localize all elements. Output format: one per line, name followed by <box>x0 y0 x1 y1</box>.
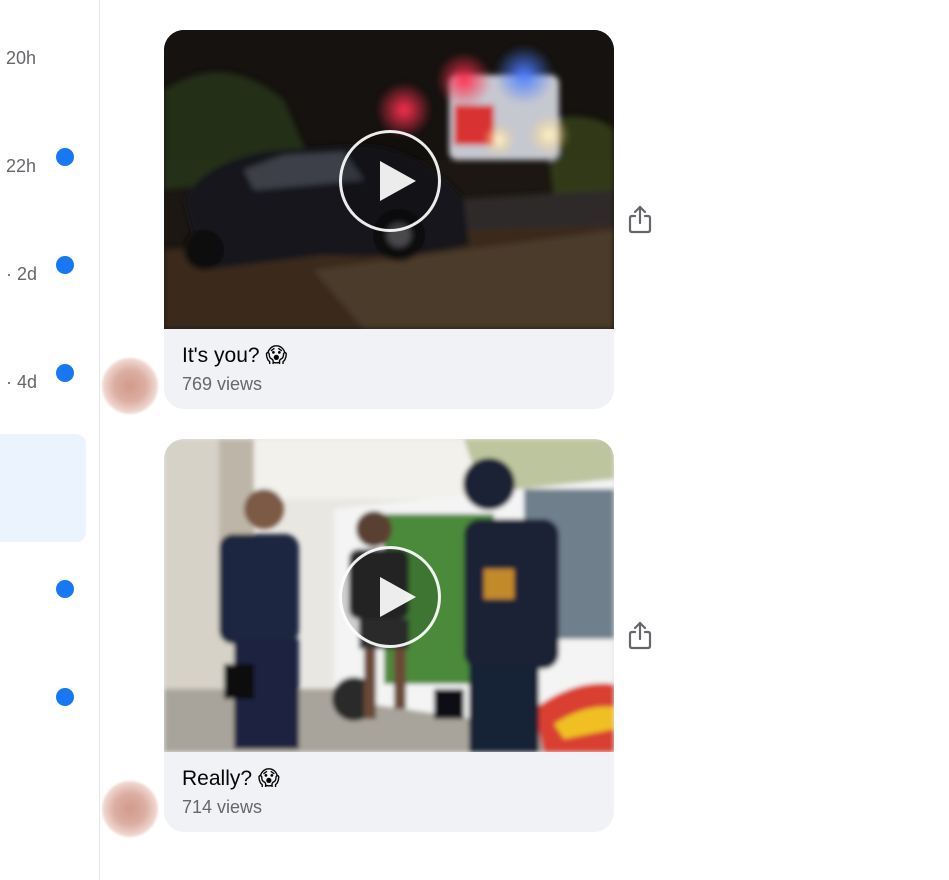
conversation-row[interactable]: · 2d <box>0 234 86 342</box>
play-icon[interactable] <box>339 545 441 648</box>
unread-dot-icon <box>56 364 74 382</box>
unread-dot-icon <box>56 148 74 166</box>
sender-avatar[interactable] <box>102 781 158 837</box>
video-caption-area: It's you? 😱 769 views <box>164 329 614 409</box>
unread-dot-icon <box>56 688 74 706</box>
video-message-card[interactable]: It's you? 😱 769 views <box>164 30 614 409</box>
sender-avatar[interactable] <box>102 358 158 414</box>
video-message-card[interactable]: Really? 😱 714 views <box>164 439 614 832</box>
conversation-time: 20h <box>6 48 37 68</box>
share-icon[interactable] <box>626 620 654 652</box>
messenger-window: 20h 22h · 2d · 4d It's you? 😱 769 views … <box>0 0 949 880</box>
unread-dot-icon <box>56 256 74 274</box>
conversation-row[interactable] <box>0 558 86 666</box>
conversation-row-selected[interactable] <box>0 434 86 542</box>
video-caption-area: Really? 😱 714 views <box>164 752 614 832</box>
conversation-time: · 4d <box>6 372 38 392</box>
video-thumbnail[interactable] <box>164 439 614 752</box>
video-thumbnail[interactable] <box>164 30 614 329</box>
unread-dot-icon <box>56 580 74 598</box>
conversation-time: · 2d <box>6 264 38 284</box>
share-icon[interactable] <box>626 204 654 236</box>
conversation-row[interactable]: 22h <box>0 126 86 234</box>
view-count: 769 views <box>182 374 263 394</box>
conversation-row[interactable] <box>0 666 86 774</box>
video-caption: Really? 😱 <box>182 767 280 790</box>
conversation-row[interactable]: 20h <box>0 18 86 126</box>
conversation-time: 22h <box>6 156 37 176</box>
view-count: 714 views <box>182 797 263 817</box>
conversation-list[interactable]: 20h 22h · 2d · 4d <box>0 0 100 880</box>
play-icon[interactable] <box>339 129 441 232</box>
video-caption: It's you? 😱 <box>182 344 288 367</box>
